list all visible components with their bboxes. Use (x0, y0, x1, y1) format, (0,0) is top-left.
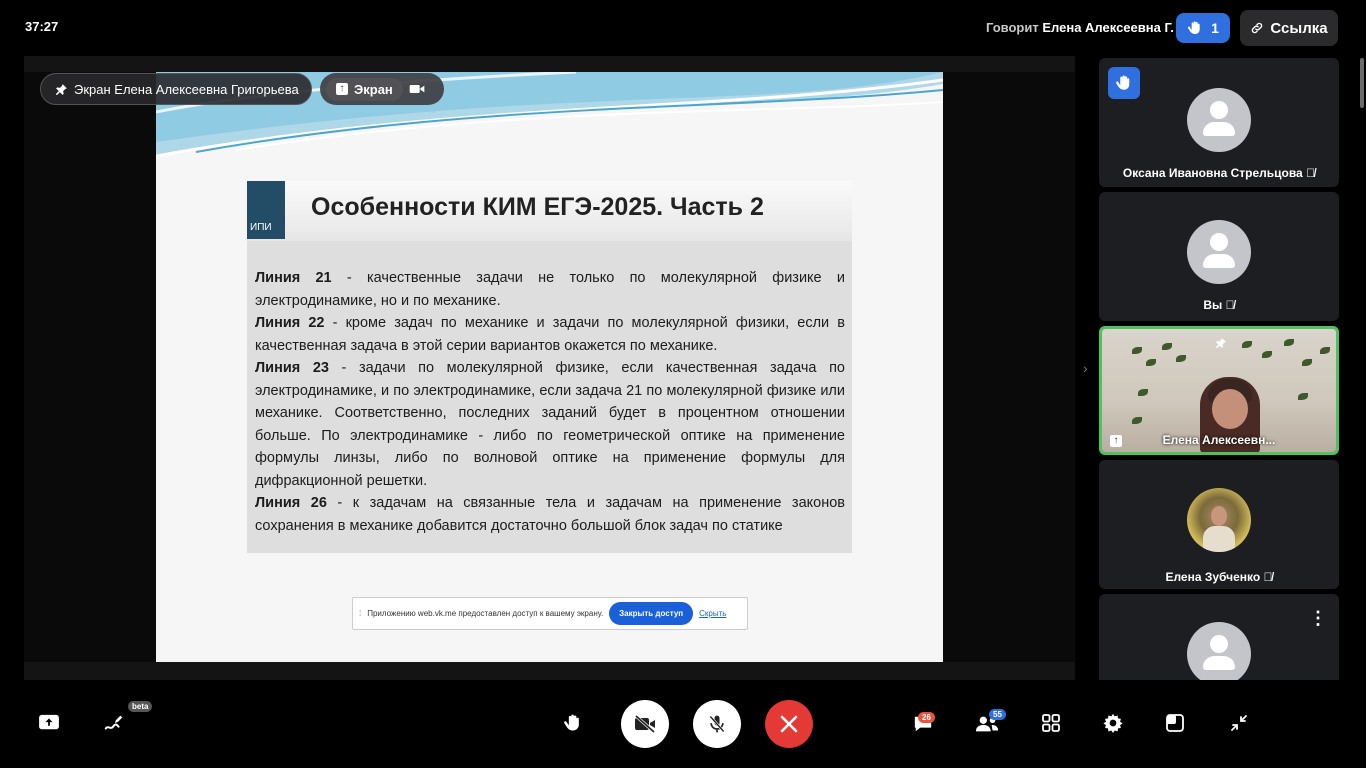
participant-tile[interactable]: ⋮ (1099, 594, 1339, 680)
hand-icon (1188, 21, 1200, 34)
mic-toggle-button[interactable] (693, 700, 741, 748)
end-call-button[interactable] (765, 700, 813, 748)
source-screen-label: Экран (354, 81, 393, 97)
slide-photo-header: ИПИ Особенности КИМ ЕГЭ-2025. Часть 2 (247, 181, 852, 241)
camera-toggle-button[interactable] (621, 700, 669, 748)
participant-name-text: Елена Зубченко (1165, 570, 1261, 584)
participant-name: Вы 🎙̸ (1099, 298, 1339, 312)
beta-badge: beta (128, 701, 153, 712)
link-icon (1252, 22, 1263, 34)
hand-icon (564, 714, 579, 731)
avatar (1187, 622, 1251, 680)
screen-share-notice-bar: ⁞ Приложению web.vk.me предоставлен дост… (352, 597, 748, 630)
raised-hands-button[interactable]: 1 (1176, 13, 1230, 43)
avatar (1187, 88, 1251, 152)
stage-top-strip (24, 56, 1075, 72)
slide-paragraph: Линия 21 - качественные задачи не только… (255, 267, 845, 312)
gear-icon (1103, 713, 1123, 733)
pin-icon (1216, 338, 1226, 348)
line-text: - задачи по молекулярной физике, если ка… (255, 360, 845, 489)
more-options-icon[interactable]: ⋮ (1309, 608, 1327, 629)
link-button[interactable]: Ссылка (1240, 10, 1338, 46)
participant-list: Оксана Ивановна Стрельцова 🎙̸ Вы 🎙̸ ↑ Ел… (1098, 56, 1340, 680)
participant-name: Елена Зубченко 🎙̸ (1099, 570, 1339, 584)
line-label: Линия 22 (255, 315, 325, 331)
line-label: Линия 23 (255, 360, 329, 376)
source-screen-tab[interactable]: ↑ Экран (326, 77, 403, 101)
stage-source-switcher: ↑ Экран (320, 73, 444, 105)
screen-share-icon (39, 714, 59, 730)
settings-button[interactable] (1102, 712, 1124, 734)
mic-off-icon: 🎙̸ (1263, 570, 1273, 584)
shared-slide: ИПИ Особенности КИМ ЕГЭ-2025. Часть 2 Ли… (156, 72, 943, 662)
speaking-prefix: Говорит (986, 20, 1039, 35)
layout-grid-button[interactable] (1041, 713, 1061, 733)
avatar (1187, 220, 1251, 284)
slide-photo: ИПИ Особенности КИМ ЕГЭ-2025. Часть 2 Ли… (247, 181, 852, 553)
whiteboard-icon (104, 715, 123, 730)
participants-count-badge: 55 (989, 709, 1006, 720)
whiteboard-button[interactable] (101, 710, 127, 736)
participant-name-text: Вы (1203, 298, 1223, 312)
participant-tile[interactable]: Оксана Ивановна Стрельцова 🎙̸ (1099, 58, 1339, 187)
mic-off-icon (709, 715, 725, 733)
grip-icon: ⁞ (359, 609, 362, 618)
call-toolbar: beta 26 55 (0, 690, 1366, 758)
exit-fullscreen-button[interactable] (1229, 713, 1249, 733)
grid-icon (1042, 714, 1060, 732)
participant-name: Елена Алексеевн... (1162, 433, 1276, 447)
raise-hand-button[interactable] (560, 710, 586, 736)
screen-share-icon: ↑ (336, 83, 348, 95)
speaking-indicator: Говорит Елена Алексеевна Г. (986, 20, 1174, 35)
mic-off-icon: 🎙̸ (1225, 298, 1235, 312)
participant-name-text: Оксана Ивановна Стрельцова (1122, 166, 1303, 180)
close-icon (780, 715, 798, 733)
chevron-right-icon[interactable]: › (1083, 360, 1088, 376)
share-notice-text: Приложению web.vk.me предоставлен доступ… (367, 609, 604, 618)
share-screen-button[interactable] (36, 710, 62, 736)
stage-bottom-strip (24, 662, 1075, 680)
raised-hands-count: 1 (1211, 20, 1219, 36)
picture-in-picture-button[interactable] (1165, 713, 1185, 733)
line-text: - кроме задач по механике и задачи по мо… (255, 315, 845, 354)
participant-tile-speaking[interactable]: ↑ Елена Алексеевн... (1099, 326, 1339, 455)
speaking-name: Елена Алексеевна Г. (1042, 20, 1174, 35)
call-timer: 37:27 (25, 19, 59, 34)
stop-sharing-button[interactable]: Закрыть доступ (609, 602, 694, 625)
slide-logo: ИПИ (247, 181, 285, 239)
hide-notice-link[interactable]: Скрыть (699, 609, 726, 618)
pip-icon (1166, 714, 1184, 732)
slide-title: Особенности КИМ ЕГЭ-2025. Часть 2 (311, 193, 764, 221)
participant-list-scrollbar[interactable] (1360, 58, 1364, 108)
slide-paragraph: Линия 23 - задачи по молекулярной физике… (255, 357, 845, 492)
slide-body: Линия 21 - качественные задачи не только… (255, 267, 845, 537)
avatar (1187, 488, 1251, 552)
link-label: Ссылка (1270, 19, 1328, 37)
line-text: - качественные задачи не только по молек… (255, 270, 845, 309)
participant-tile[interactable]: Елена Зубченко 🎙̸ (1099, 460, 1339, 589)
pinned-screen-chip[interactable]: Экран Елена Алексеевна Григорьева (40, 73, 312, 105)
pinned-screen-label: Экран Елена Алексеевна Григорьева (74, 81, 299, 97)
mic-off-icon: 🎙̸ (1306, 166, 1316, 180)
slide-paragraph: Линия 22 - кроме задач по механике и зад… (255, 312, 845, 357)
raised-hand-icon (1108, 67, 1140, 99)
line-label: Линия 21 (255, 270, 332, 286)
participant-tile[interactable]: Вы 🎙̸ (1099, 192, 1339, 321)
pin-icon (56, 83, 67, 95)
slide-paragraph: Линия 26 - к задачам на связанные тела и… (255, 492, 845, 537)
collapse-icon (1231, 715, 1247, 731)
line-label: Линия 26 (255, 495, 327, 511)
chat-count-badge: 26 (918, 712, 935, 723)
camera-icon[interactable] (409, 83, 425, 95)
camera-off-icon (635, 714, 655, 734)
line-text: - к задачам на связанные тела и задачам … (255, 495, 845, 534)
participant-name: Оксана Ивановна Стрельцова 🎙̸ (1099, 166, 1339, 180)
